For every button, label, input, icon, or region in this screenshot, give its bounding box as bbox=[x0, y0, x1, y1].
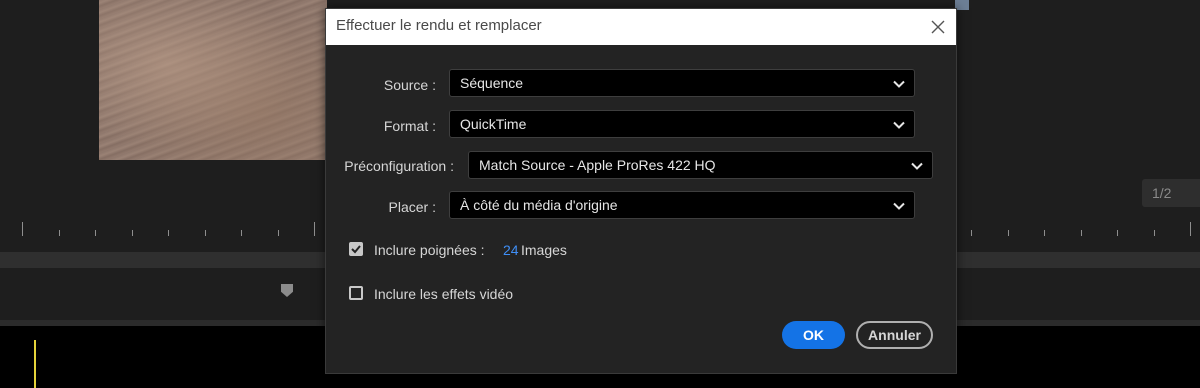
format-label: Format : bbox=[383, 118, 436, 134]
format-value: QuickTime bbox=[460, 116, 527, 132]
source-label: Source : bbox=[383, 77, 436, 93]
ruler-tick bbox=[22, 222, 23, 236]
chevron-down-icon bbox=[892, 118, 906, 132]
preset-select[interactable]: Match Source - Apple ProRes 422 HQ bbox=[468, 151, 933, 179]
handles-unit-label: Images bbox=[521, 242, 567, 258]
ruler-tick bbox=[1081, 230, 1082, 236]
video-preview-edge bbox=[955, 0, 969, 10]
render-replace-dialog: Effectuer le rendu et remplacer Source :… bbox=[325, 8, 957, 374]
chevron-down-icon bbox=[892, 199, 906, 213]
ruler-tick bbox=[971, 230, 972, 236]
dialog-title: Effectuer le rendu et remplacer bbox=[336, 17, 542, 34]
ruler-tick bbox=[241, 230, 242, 236]
ruler-tick bbox=[314, 222, 315, 236]
source-value: Séquence bbox=[460, 75, 524, 91]
ruler-tick bbox=[1190, 222, 1191, 236]
include-handles-label: Inclure poignées : bbox=[374, 242, 485, 258]
ruler-tick bbox=[95, 230, 96, 236]
ok-button[interactable]: OK bbox=[782, 321, 845, 349]
ruler-tick bbox=[1117, 230, 1118, 236]
ruler-tick bbox=[1044, 230, 1045, 236]
close-icon bbox=[931, 20, 945, 34]
format-select[interactable]: QuickTime bbox=[449, 110, 915, 138]
dialog-titlebar: Effectuer le rendu et remplacer bbox=[326, 9, 956, 45]
include-effects-checkbox[interactable] bbox=[349, 286, 363, 300]
chevron-down-icon bbox=[892, 77, 906, 91]
ruler-tick bbox=[278, 230, 279, 236]
chevron-down-icon bbox=[910, 159, 924, 173]
ruler-tick bbox=[1154, 230, 1155, 236]
placer-select[interactable]: À côté du média d'origine bbox=[449, 191, 915, 219]
close-button[interactable] bbox=[926, 15, 950, 39]
handles-count-value[interactable]: 24 bbox=[503, 242, 519, 258]
ruler-tick bbox=[1008, 230, 1009, 236]
cancel-button[interactable]: Annuler bbox=[856, 321, 933, 349]
preset-value: Match Source - Apple ProRes 422 HQ bbox=[479, 157, 716, 173]
placer-label: Placer : bbox=[388, 199, 436, 215]
ruler-tick bbox=[132, 230, 133, 236]
source-select[interactable]: Séquence bbox=[449, 69, 915, 97]
placer-value: À côté du média d'origine bbox=[460, 197, 618, 213]
playhead[interactable] bbox=[34, 340, 36, 388]
video-preview bbox=[99, 0, 327, 160]
include-effects-label: Inclure les effets vidéo bbox=[374, 286, 514, 302]
page-counter: 1/2 bbox=[1142, 179, 1200, 207]
ruler-tick bbox=[205, 230, 206, 236]
ruler-tick bbox=[59, 230, 60, 236]
checkmark-icon bbox=[351, 245, 361, 254]
include-handles-checkbox[interactable] bbox=[349, 242, 363, 256]
ruler-tick bbox=[168, 230, 169, 236]
preset-label: Préconfiguration : bbox=[344, 158, 454, 174]
